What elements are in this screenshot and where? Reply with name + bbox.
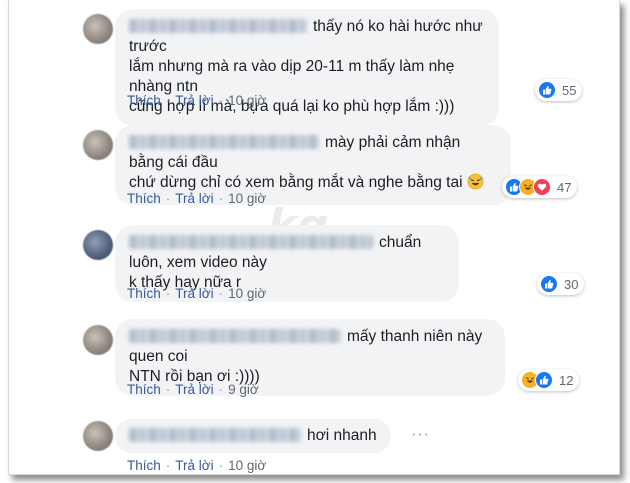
reply-button[interactable]: Trả lời [175,93,213,108]
author-name-blurred[interactable] [129,19,307,33]
author-name-blurred[interactable] [129,235,373,249]
timestamp[interactable]: 10 giờ [228,458,266,473]
like-icon [535,371,553,389]
comment-text-line: lắm nhưng mà ra vào dịp 20-11 m thấy làm… [129,58,455,95]
like-button[interactable]: Thích [127,382,161,397]
like-icon [540,275,558,293]
author-name-blurred[interactable] [129,135,319,149]
reaction-count: 55 [562,82,577,98]
comment-actions: Thích · Trả lời · 10 giờ [127,458,267,473]
comment-actions: Thích · Trả lời · 10 giờ [127,286,267,301]
reply-button[interactable]: Trả lời [175,191,213,206]
comment-bubble: thấy nó ko hài hước như trước lắm nhưng … [115,9,499,126]
reaction-summary[interactable]: 55 [535,79,583,101]
more-options-icon[interactable]: ··· [411,427,430,443]
like-button[interactable]: Thích [127,286,161,301]
reply-button[interactable]: Trả lời [175,382,213,397]
comments-panel: kq thấy nó ko hài hước như trước lắm như… [8,0,620,475]
comment-actions: Thích · Trả lời · 10 giờ [127,191,267,206]
reply-button[interactable]: Trả lời [175,286,213,301]
timestamp[interactable]: 10 giờ [228,93,266,108]
rofl-emoji-icon [467,173,484,196]
love-icon [533,178,551,196]
avatar[interactable] [83,421,113,451]
comment-actions: Thích · Trả lời · 9 giờ [127,382,259,397]
reaction-summary[interactable]: 12 [518,369,580,391]
comment-text-line: chứ dừng chỉ có xem bằng mắt và nghe bằn… [129,174,463,191]
avatar[interactable] [83,14,113,44]
avatar[interactable] [83,325,113,355]
author-name-blurred[interactable] [129,428,301,442]
avatar[interactable] [83,130,113,160]
timestamp[interactable]: 9 giờ [228,382,259,397]
reaction-count: 12 [559,372,574,388]
comment-bubble: hơi nhanh [115,419,391,453]
timestamp[interactable]: 10 giờ [228,191,266,206]
author-name-blurred[interactable] [129,329,341,343]
like-button[interactable]: Thích [127,93,161,108]
comment-actions: Thích · Trả lời · 10 giờ [127,93,267,108]
reaction-count: 47 [557,179,572,195]
like-icon [538,81,556,99]
timestamp[interactable]: 10 giờ [228,286,266,301]
like-button[interactable]: Thích [127,458,161,473]
comment-text-line: hơi nhanh [307,427,377,444]
avatar[interactable] [83,230,113,260]
reply-button[interactable]: Trả lời [175,458,213,473]
reaction-summary[interactable]: 47 [502,176,578,198]
reaction-count: 30 [564,276,579,292]
reaction-summary[interactable]: 30 [537,273,585,295]
like-button[interactable]: Thích [127,191,161,206]
